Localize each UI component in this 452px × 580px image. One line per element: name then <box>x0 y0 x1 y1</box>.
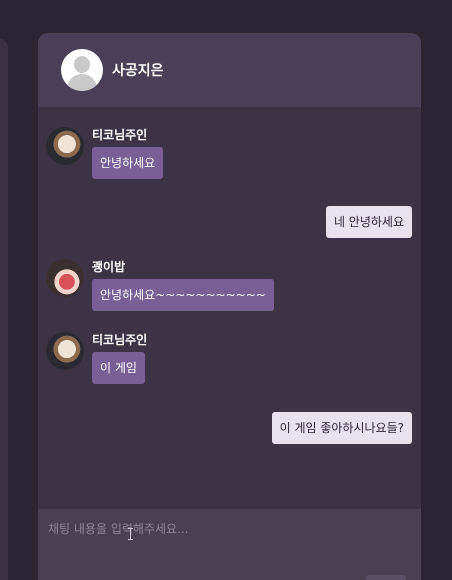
sender-name: 티코님주인 <box>92 128 148 142</box>
incoming-bubble: 안녕하세요 <box>92 147 164 179</box>
outgoing-message: 네 안녕하세요 <box>325 206 412 238</box>
outgoing-bubble: 네 안녕하세요 <box>325 206 412 238</box>
chat-partner-name: 사공지은 <box>112 63 164 79</box>
outgoing-message: 이 게임 좋아하시나요들? <box>271 412 412 444</box>
incoming-bubble: 이 게임 <box>92 352 145 384</box>
chat-panel: 사공지은 티코님주인 안녕하세요 네 안녕하세요 괭이밥 안녕하세요~~~~~~… <box>38 33 421 580</box>
sender-name: 티코님주인 <box>92 333 148 347</box>
left-side-panel <box>0 38 8 580</box>
chat-page: 사공지은 티코님주인 안녕하세요 네 안녕하세요 괭이밥 안녕하세요~~~~~~… <box>0 0 452 580</box>
chat-input-area <box>38 509 421 580</box>
incoming-bubble: 안녕하세요~~~~~~~~~~~ <box>92 279 274 311</box>
incoming-message: 티코님주인 이 게임 <box>46 332 147 384</box>
incoming-message: 티코님주인 안녕하세요 <box>46 127 164 179</box>
chat-input[interactable] <box>46 515 410 543</box>
sender-avatar[interactable] <box>46 332 84 370</box>
sender-avatar[interactable] <box>46 127 84 165</box>
incoming-message: 괭이밥 안녕하세요~~~~~~~~~~~ <box>46 259 274 311</box>
message-list[interactable]: 티코님주인 안녕하세요 네 안녕하세요 괭이밥 안녕하세요~~~~~~~~~~~ <box>38 107 421 507</box>
sender-avatar[interactable] <box>46 259 84 297</box>
sender-name: 괭이밥 <box>92 260 126 274</box>
chat-header: 사공지은 <box>38 33 421 107</box>
default-user-icon <box>61 49 103 91</box>
send-button[interactable] <box>366 575 406 580</box>
outgoing-bubble: 이 게임 좋아하시나요들? <box>271 412 412 444</box>
text-cursor-icon <box>128 528 134 540</box>
